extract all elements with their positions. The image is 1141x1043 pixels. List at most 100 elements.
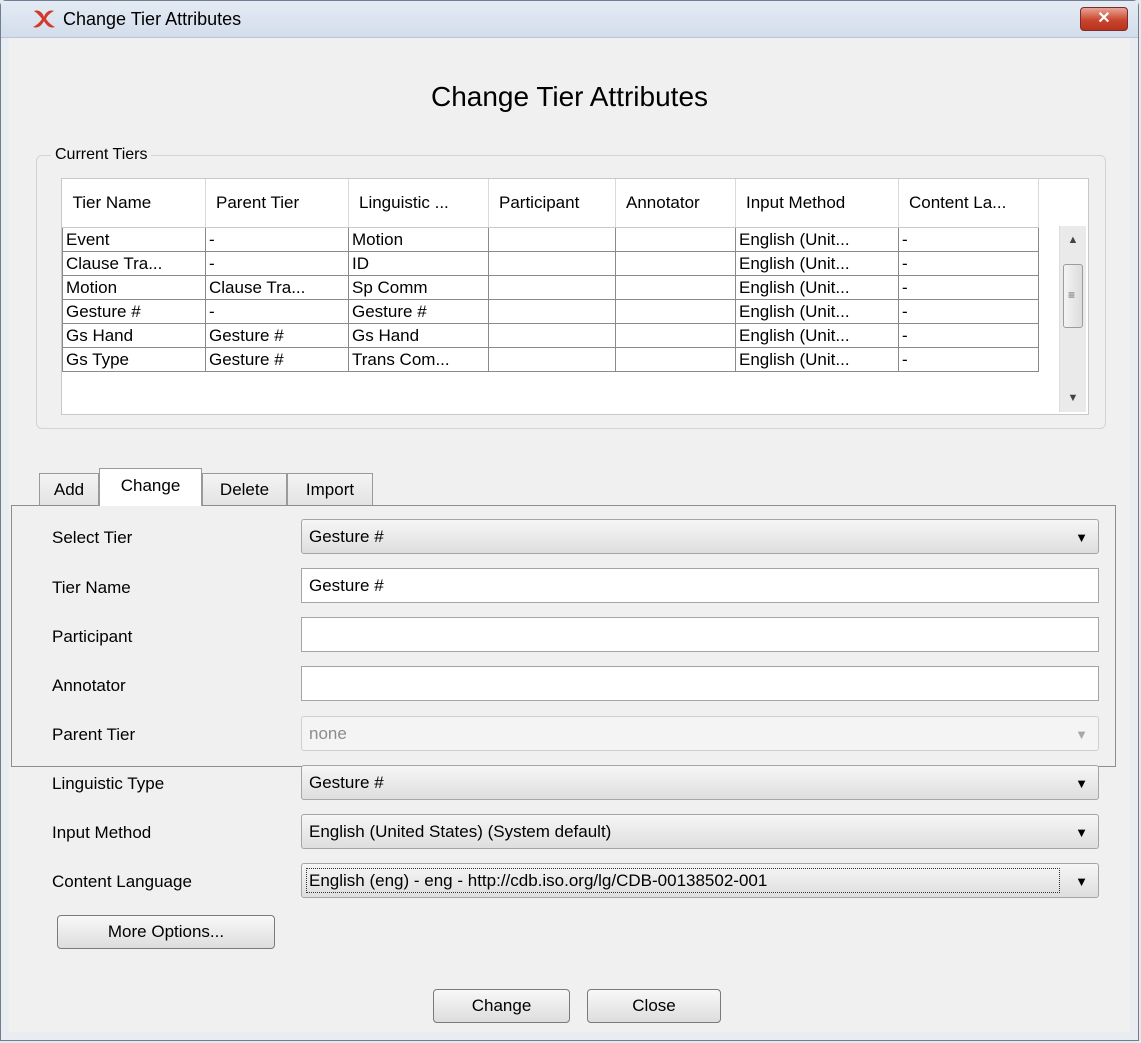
dropdown-arrow-icon: ▼ [1075,776,1088,791]
input-method-value: English (United States) (System default) [309,822,612,841]
dropdown-arrow-icon: ▼ [1075,874,1088,889]
table-cell: Gs Type [62,347,206,372]
title-bar[interactable]: Change Tier Attributes ✕ [1,1,1138,38]
table-header-row: Tier Name Parent Tier Linguistic ... Par… [62,179,1039,228]
parent-tier-label: Parent Tier [52,725,136,744]
input-method-dropdown[interactable]: English (United States) (System default)… [301,814,1099,849]
tiers-table-container: Tier Name Parent Tier Linguistic ... Par… [61,178,1089,415]
table-cell: Gesture # [205,347,349,372]
table-row[interactable]: Motion Clause Tra... Sp Comm English (Un… [62,275,1039,300]
column-header[interactable]: Input Method [735,179,899,228]
dialog-window: Change Tier Attributes ✕ Change Tier Att… [0,0,1139,1041]
table-cell: Clause Tra... [62,251,206,276]
column-header[interactable]: Linguistic ... [348,179,489,228]
table-cell [615,347,736,372]
table-cell: ID [348,251,489,276]
table-cell: Trans Com... [348,347,489,372]
table-row[interactable]: Gs Type Gesture # Trans Com... English (… [62,347,1039,372]
change-button[interactable]: Change [433,989,570,1023]
dropdown-arrow-icon: ▼ [1075,825,1088,840]
table-cell: - [898,347,1039,372]
parent-tier-dropdown: none ▼ [301,716,1099,751]
scroll-up-icon[interactable]: ▲ [1060,234,1086,246]
parent-tier-value: none [309,724,347,743]
table-cell [488,227,616,252]
table-cell [615,251,736,276]
linguistic-type-value: Gesture # [309,773,384,792]
table-cell: English (Unit... [735,323,899,348]
table-cell: Motion [62,275,206,300]
table-cell [488,347,616,372]
table-cell: - [898,227,1039,252]
tab-import[interactable]: Import [287,473,373,505]
input-method-label: Input Method [52,823,152,842]
table-cell: - [898,323,1039,348]
table-cell [488,299,616,324]
content-language-dropdown[interactable]: English (eng) - eng - http://cdb.iso.org… [301,863,1099,898]
table-cell: - [898,251,1039,276]
table-cell: - [205,251,349,276]
table-cell: - [205,227,349,252]
table-cell [488,323,616,348]
table-cell: English (Unit... [735,251,899,276]
table-cell: Clause Tra... [205,275,349,300]
annotator-input[interactable] [301,666,1099,701]
scrollbar-thumb[interactable]: ≡ [1063,264,1083,328]
table-row[interactable]: Gesture # - Gesture # English (Unit... - [62,299,1039,324]
close-icon[interactable]: ✕ [1080,7,1128,31]
table-row[interactable]: Event - Motion English (Unit... - [62,227,1039,252]
column-header[interactable]: Tier Name [62,179,206,228]
column-header[interactable]: Parent Tier [205,179,349,228]
focus-indicator [306,868,1060,893]
column-header[interactable]: Annotator [615,179,736,228]
annotator-label: Annotator [52,676,126,695]
select-tier-dropdown[interactable]: Gesture # ▼ [301,519,1099,554]
tab-delete[interactable]: Delete [202,473,287,505]
table-cell: - [205,299,349,324]
column-header[interactable]: Content La... [898,179,1039,228]
tier-name-input[interactable]: Gesture # [301,568,1099,603]
table-cell: Event [62,227,206,252]
dialog-heading: Change Tier Attributes [430,81,709,112]
table-cell: Motion [348,227,489,252]
linguistic-type-label: Linguistic Type [52,774,165,793]
table-cell: Gs Hand [348,323,489,348]
table-cell: English (Unit... [735,347,899,372]
content-language-label: Content Language [52,872,192,891]
table-cell: - [898,275,1039,300]
table-scrollbar[interactable]: ▲ ≡ ▼ [1059,226,1086,412]
current-tiers-legend: Current Tiers [55,146,148,163]
table-cell: English (Unit... [735,275,899,300]
tier-name-label: Tier Name [52,578,131,597]
dropdown-arrow-icon: ▼ [1075,530,1088,545]
more-options-button[interactable]: More Options... [57,915,275,949]
table-cell [615,227,736,252]
tab-change[interactable]: Change [99,468,202,506]
dropdown-arrow-icon: ▼ [1075,727,1088,742]
scroll-down-icon[interactable]: ▼ [1060,392,1086,404]
table-cell [488,251,616,276]
table-cell: - [898,299,1039,324]
table-cell: English (Unit... [735,299,899,324]
select-tier-value: Gesture # [309,527,384,546]
grip-icon: ≡ [1068,288,1076,302]
table-row[interactable]: Gs Hand Gesture # Gs Hand English (Unit.… [62,323,1039,348]
close-button[interactable]: Close [587,989,721,1023]
table-cell: Gs Hand [62,323,206,348]
table-cell [488,275,616,300]
table-cell: Gesture # [205,323,349,348]
table-cell [615,299,736,324]
tiers-table: Tier Name Parent Tier Linguistic ... Par… [62,179,1039,372]
participant-input[interactable] [301,617,1099,652]
table-cell: Sp Comm [348,275,489,300]
tab-add[interactable]: Add [39,473,99,505]
table-row[interactable]: Clause Tra... - ID English (Unit... - [62,251,1039,276]
table-cell: English (Unit... [735,227,899,252]
participant-label: Participant [52,627,133,646]
table-cell [615,323,736,348]
window-title: Change Tier Attributes [63,9,242,29]
linguistic-type-dropdown[interactable]: Gesture # ▼ [301,765,1099,800]
column-header[interactable]: Participant [488,179,616,228]
app-icon [33,10,55,28]
select-tier-label: Select Tier [52,528,133,547]
